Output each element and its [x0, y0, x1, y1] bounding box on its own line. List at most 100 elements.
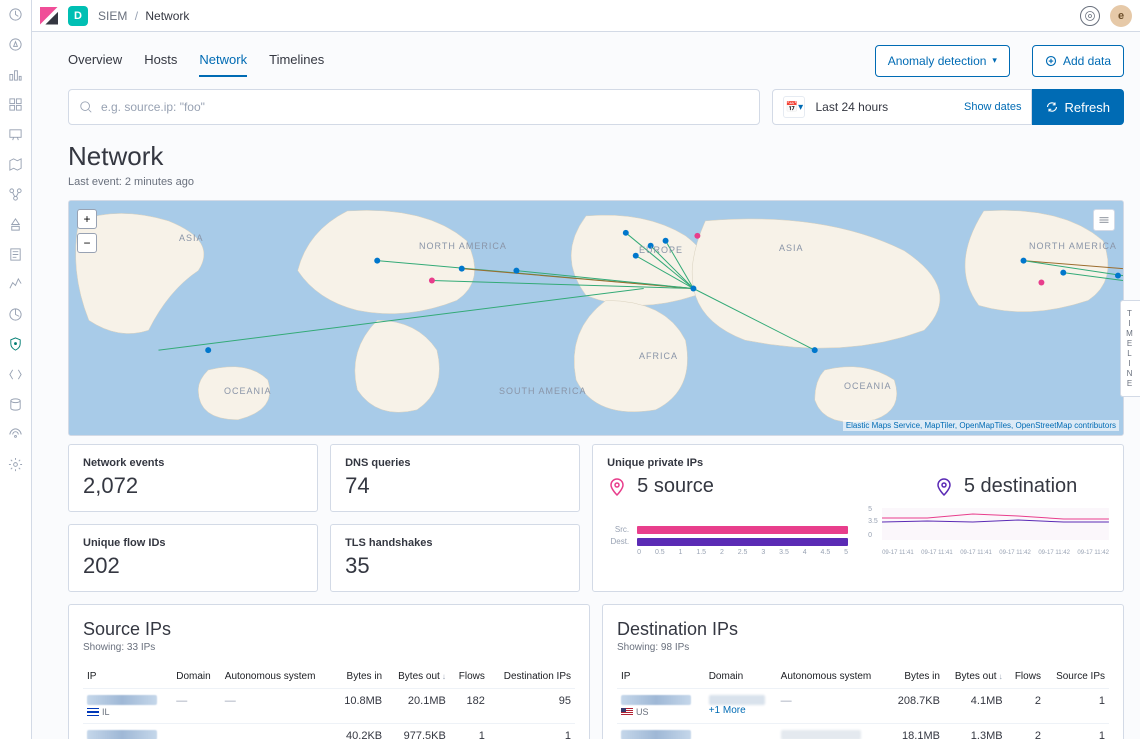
management-icon[interactable] [8, 456, 24, 472]
stack-icon[interactable] [8, 396, 24, 412]
add-data-button[interactable]: Add data [1032, 45, 1124, 77]
kibana-logo-icon[interactable] [40, 7, 58, 25]
devtools-icon[interactable] [8, 366, 24, 382]
map-zoom-controls: + − [77, 209, 97, 257]
map-label: OCEANIA [844, 381, 892, 391]
stat-dns-queries: DNS queries74 [330, 444, 580, 512]
unique-ips-bar-chart: Src. Dest. 00.511.522.533.544.55 [607, 525, 848, 556]
avatar[interactable]: e [1110, 5, 1132, 27]
monitor-icon[interactable] [8, 426, 24, 442]
logs-icon[interactable] [8, 246, 24, 262]
col-bytes-out[interactable]: Bytes out↓ [386, 665, 450, 689]
breadcrumb-page: Network [145, 9, 189, 23]
tab-overview[interactable]: Overview [68, 44, 122, 77]
apm-icon[interactable] [8, 276, 24, 292]
map-label: AFRICA [639, 351, 678, 361]
destination-ips-count: Showing: 98 IPs [617, 642, 1109, 653]
destination-ips-title: Destination IPs [617, 619, 1109, 640]
sort-desc-icon: ↓ [999, 672, 1003, 681]
search-icon [79, 100, 93, 114]
map-label: EUROPE [639, 245, 683, 255]
col-as[interactable]: Autonomous system [777, 665, 888, 689]
map-pin-icon [934, 477, 954, 497]
metrics-icon[interactable] [8, 216, 24, 232]
tab-network[interactable]: Network [199, 44, 247, 77]
show-dates-link[interactable]: Show dates [964, 101, 1021, 113]
map-label: ASIA [179, 233, 204, 243]
ip-redacted [87, 730, 157, 739]
dashboard-icon[interactable] [8, 96, 24, 112]
col-ip[interactable]: IP [83, 665, 172, 689]
ip-redacted [87, 695, 157, 705]
map-label: OCEANIA [224, 386, 272, 396]
col-source-ips[interactable]: Source IPs [1045, 665, 1109, 689]
col-bytes-in[interactable]: Bytes in [334, 665, 387, 689]
col-flows[interactable]: Flows [1007, 665, 1045, 689]
stat-tls-handshakes: TLS handshakes35 [330, 524, 580, 592]
topbar: D SIEM / Network e [32, 0, 1140, 32]
search-placeholder: e.g. source.ip: "foo" [101, 100, 205, 114]
breadcrumb: SIEM / Network [98, 9, 189, 23]
ml-icon[interactable] [8, 186, 24, 202]
col-as[interactable]: Autonomous system [221, 665, 334, 689]
recent-icon[interactable] [8, 6, 24, 22]
network-map[interactable]: ASIA NORTH AMERICA EUROPE AFRICA SOUTH A… [68, 200, 1124, 436]
left-nav-rail [0, 0, 32, 739]
help-icon[interactable] [1080, 6, 1100, 26]
more-link[interactable]: +1 More [709, 705, 773, 716]
time-range-picker[interactable]: 📅▾ Last 24 hours Show dates [772, 89, 1032, 125]
refresh-button[interactable]: Refresh [1032, 89, 1124, 125]
source-ips-panel: Source IPs Showing: 33 IPs IP Domain Aut… [68, 604, 590, 739]
map-pin-icon [607, 477, 627, 497]
as-redacted [781, 730, 861, 739]
refresh-icon [1046, 101, 1058, 113]
domain-redacted [709, 695, 765, 705]
time-range-label: Last 24 hours [815, 100, 888, 114]
page-subtitle: Last event: 2 minutes ago [68, 176, 1124, 188]
map-connections-icon [69, 201, 1123, 436]
sort-desc-icon: ↓ [442, 672, 446, 681]
search-input[interactable]: e.g. source.ip: "foo" [68, 89, 760, 125]
calendar-icon: 📅▾ [783, 96, 805, 118]
col-dest-ips[interactable]: Destination IPs [489, 665, 575, 689]
map-label: NORTH AMERICA [1029, 241, 1117, 251]
map-label: NORTH AMERICA [419, 241, 507, 251]
zoom-in-button[interactable]: + [77, 209, 97, 229]
siem-icon[interactable] [8, 336, 24, 352]
table-row[interactable]: US +1 More — 208.7KB 4.1MB 2 1 [617, 689, 1109, 724]
unique-private-ips-panel: Unique private IPs 5 source 5 destinatio… [592, 444, 1124, 592]
source-ips-title: Source IPs [83, 619, 575, 640]
visualize-icon[interactable] [8, 66, 24, 82]
tab-hosts[interactable]: Hosts [144, 44, 177, 77]
maps-icon[interactable] [8, 156, 24, 172]
map-layers-button[interactable] [1093, 209, 1115, 231]
col-ip[interactable]: IP [617, 665, 705, 689]
discover-icon[interactable] [8, 36, 24, 52]
map-label: ASIA [779, 243, 804, 253]
destination-ips-panel: Destination IPs Showing: 98 IPs IP Domai… [602, 604, 1124, 739]
col-domain[interactable]: Domain [705, 665, 777, 689]
breadcrumb-app[interactable]: SIEM [98, 9, 127, 23]
anomaly-detection-button[interactable]: Anomaly detection▾ [875, 45, 1010, 77]
canvas-icon[interactable] [8, 126, 24, 142]
zoom-out-button[interactable]: − [77, 233, 97, 253]
timeline-flyout-tab[interactable]: TIMELINE [1120, 300, 1140, 397]
unique-ips-line-chart: 5 3.5 0 09-17 11:4109-17 11:4109-17 11:4… [868, 508, 1109, 556]
col-domain[interactable]: Domain [172, 665, 221, 689]
col-bytes-in[interactable]: Bytes in [888, 665, 944, 689]
map-attribution: Elastic Maps Service, MapTiler, OpenMapT… [843, 420, 1119, 431]
tab-timelines[interactable]: Timelines [269, 44, 324, 77]
table-row[interactable]: US 40.2KB 977.5KB 1 1 [83, 724, 575, 739]
map-label: SOUTH AMERICA [499, 386, 587, 396]
ip-redacted [621, 695, 691, 705]
col-bytes-out[interactable]: Bytes out↓ [944, 665, 1007, 689]
table-row[interactable]: US 18.1MB 1.3MB 2 1 [617, 724, 1109, 739]
table-row[interactable]: IL — — 10.8MB 20.1MB 182 95 [83, 689, 575, 724]
unique-source: 5 source [607, 475, 714, 498]
ip-redacted [621, 730, 691, 739]
space-selector[interactable]: D [68, 6, 88, 26]
unique-destination: 5 destination [934, 475, 1077, 498]
uptime-icon[interactable] [8, 306, 24, 322]
country-flag: IL [87, 707, 168, 717]
col-flows[interactable]: Flows [450, 665, 489, 689]
